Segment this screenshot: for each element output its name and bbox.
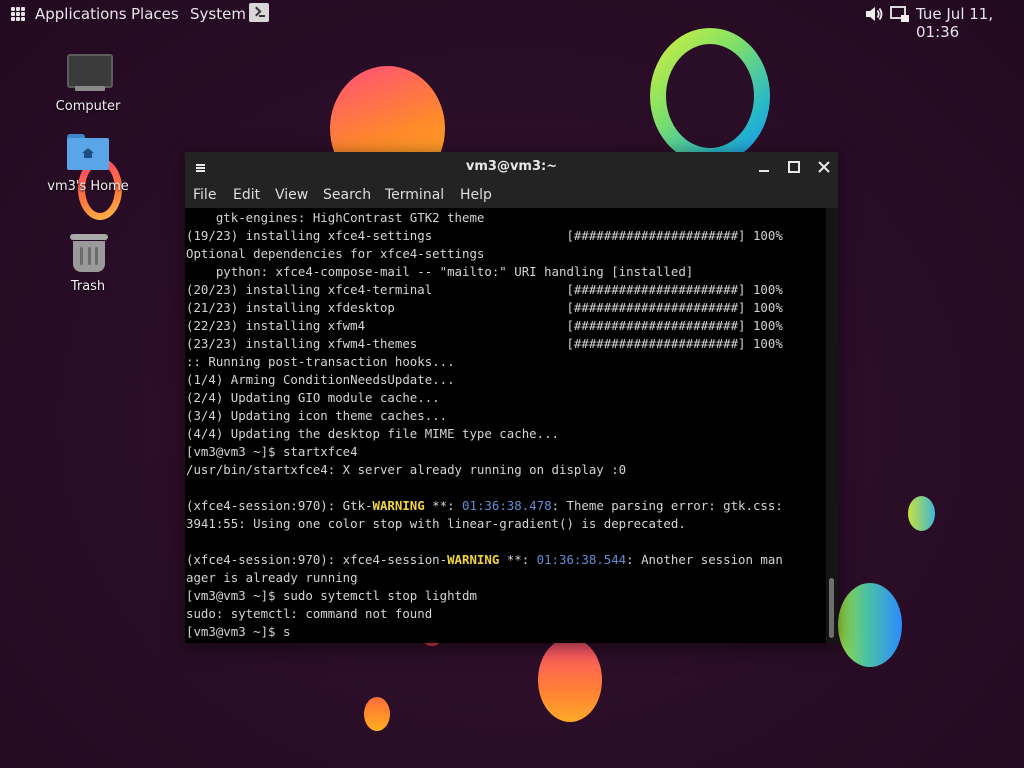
home-folder-icon (67, 134, 109, 170)
terminal-line: /usr/bin/startxfce4: X server already ru… (186, 461, 626, 479)
minimize-icon[interactable] (755, 158, 773, 176)
terminal-output[interactable]: gtk-engines: HighContrast GTK2 theme (19/… (185, 208, 826, 643)
terminal-line: [vm3@vm3 ~]$ s (186, 623, 290, 641)
terminal-text: 3941:55: Using one color stop with linea… (186, 516, 686, 531)
warning-text: WARNING (372, 498, 425, 513)
timestamp-text: 01:36:38.544 (536, 552, 627, 567)
wallpaper-ring (650, 28, 770, 164)
display-icon[interactable] (890, 5, 910, 23)
wallpaper-bottom-blob (538, 638, 602, 722)
terminal-text: (23/23) installing xfwm4-themes [#######… (186, 336, 783, 351)
computer-icon (67, 54, 113, 88)
terminal-line: (3/4) Updating icon theme caches... (186, 407, 447, 425)
terminal-text: Optional dependencies for xfce4-settings (186, 246, 485, 261)
terminal-text: (4/4) Updating the desktop file MIME typ… (186, 426, 559, 441)
menu-edit[interactable]: Edit (233, 187, 260, 203)
wallpaper-blue-blob (838, 583, 902, 667)
top-panel: Applications Places System Tue Jul 11, 0… (0, 0, 1024, 41)
desktop-icon-label: vm3's Home (47, 179, 129, 194)
terminal-text: (20/23) installing xfce4-terminal [#####… (186, 282, 783, 297)
terminal-text: (19/23) installing xfce4-settings [#####… (186, 228, 783, 243)
places-menu[interactable]: Places (131, 5, 179, 23)
terminal-text: /usr/bin/startxfce4: X server already ru… (186, 462, 627, 477)
window-title: vm3@vm3:~ (465, 159, 558, 174)
terminal-text: : Theme parsing error: gtk.css: (551, 498, 783, 513)
system-menu[interactable]: System (190, 5, 246, 23)
maximize-icon[interactable] (785, 158, 803, 176)
terminal-text: sudo: sytemctl: command not found (186, 606, 433, 621)
terminal-line: (22/23) installing xfwm4 [##############… (186, 317, 783, 335)
wallpaper-small-blob (908, 496, 935, 531)
terminal-text: (xfce4-session:970): Gtk- (186, 498, 373, 513)
terminal-scrollbar[interactable] (826, 208, 838, 643)
terminal-text: python: xfce4-compose-mail -- "mailto:" … (186, 264, 694, 279)
trash-icon (70, 232, 108, 272)
menu-view[interactable]: View (275, 187, 308, 203)
terminal-line: sudo: sytemctl: command not found (186, 605, 432, 623)
terminal-line: (20/23) installing xfce4-terminal [#####… (186, 281, 783, 299)
terminal-text: **: (499, 552, 537, 567)
terminal-line: (1/4) Arming ConditionNeedsUpdate... (186, 371, 455, 389)
terminal-text: :: Running post-transaction hooks... (186, 354, 455, 369)
terminal-line: :: Running post-transaction hooks... (186, 353, 455, 371)
panel-clock[interactable]: Tue Jul 11, 01:36 (916, 5, 1024, 41)
applications-menu[interactable]: Applications (35, 5, 127, 23)
terminal-line: 3941:55: Using one color stop with linea… (186, 515, 686, 533)
scrollbar-thumb[interactable] (829, 578, 834, 638)
terminal-line: Optional dependencies for xfce4-settings (186, 245, 484, 263)
timestamp-text: 01:36:38.478 (462, 498, 552, 513)
terminal-text: [vm3@vm3 ~]$ sudo sytemctl stop lightdm (186, 588, 477, 603)
close-icon[interactable] (815, 158, 833, 176)
terminal-line: [vm3@vm3 ~]$ startxfce4 (186, 443, 358, 461)
terminal-line: [vm3@vm3 ~]$ sudo sytemctl stop lightdm (186, 587, 477, 605)
wallpaper-small-bottom-blob (364, 697, 390, 731)
terminal-line: (xfce4-session:970): xfce4-session-WARNI… (186, 551, 783, 569)
terminal-text: (21/23) installing xfdesktop [##########… (186, 300, 783, 315)
terminal-text: : Another session man (626, 552, 783, 567)
terminal-line: (xfce4-session:970): Gtk-WARNING **: 01:… (186, 497, 783, 515)
warning-text: WARNING (447, 552, 500, 567)
menu-file[interactable]: File (193, 187, 216, 203)
applications-grid-icon[interactable] (11, 7, 25, 21)
menu-terminal[interactable]: Terminal (385, 187, 444, 203)
terminal-line: (23/23) installing xfwm4-themes [#######… (186, 335, 783, 353)
terminal-text: [vm3@vm3 ~]$ s (186, 624, 291, 639)
terminal-menubar: File Edit View Search Terminal Help (185, 182, 838, 208)
terminal-text: (1/4) Arming ConditionNeedsUpdate... (186, 372, 455, 387)
window-titlebar[interactable]: vm3@vm3:~ (185, 152, 838, 182)
terminal-window[interactable]: vm3@vm3:~ File Edit View Search Terminal… (185, 152, 838, 643)
desktop-icon-label: Computer (55, 99, 121, 114)
desktop-icon-label: Trash (70, 279, 106, 294)
terminal-line: (19/23) installing xfce4-settings [#####… (186, 227, 783, 245)
menu-search[interactable]: Search (323, 187, 371, 203)
terminal-text: ager is already running (186, 570, 358, 585)
terminal-text: (22/23) installing xfwm4 [##############… (186, 318, 783, 333)
terminal-text: (2/4) Updating GIO module cache... (186, 390, 440, 405)
terminal-text: (xfce4-session:970): xfce4-session- (186, 552, 448, 567)
terminal-line: python: xfce4-compose-mail -- "mailto:" … (186, 263, 693, 281)
terminal-line: gtk-engines: HighContrast GTK2 theme (186, 209, 485, 227)
computer-stand (75, 86, 105, 91)
terminal-launcher-icon[interactable] (249, 3, 269, 22)
terminal-line: (4/4) Updating the desktop file MIME typ… (186, 425, 559, 443)
terminal-text: [vm3@vm3 ~]$ startxfce4 (186, 444, 358, 459)
terminal-text: gtk-engines: HighContrast GTK2 theme (186, 210, 485, 225)
terminal-line: ager is already running (186, 569, 358, 587)
terminal-line: (2/4) Updating GIO module cache... (186, 389, 440, 407)
menu-help[interactable]: Help (460, 187, 492, 203)
terminal-text: (3/4) Updating icon theme caches... (186, 408, 448, 423)
terminal-line: (21/23) installing xfdesktop [##########… (186, 299, 783, 317)
volume-icon[interactable] (864, 4, 884, 24)
terminal-text: **: (424, 498, 463, 513)
